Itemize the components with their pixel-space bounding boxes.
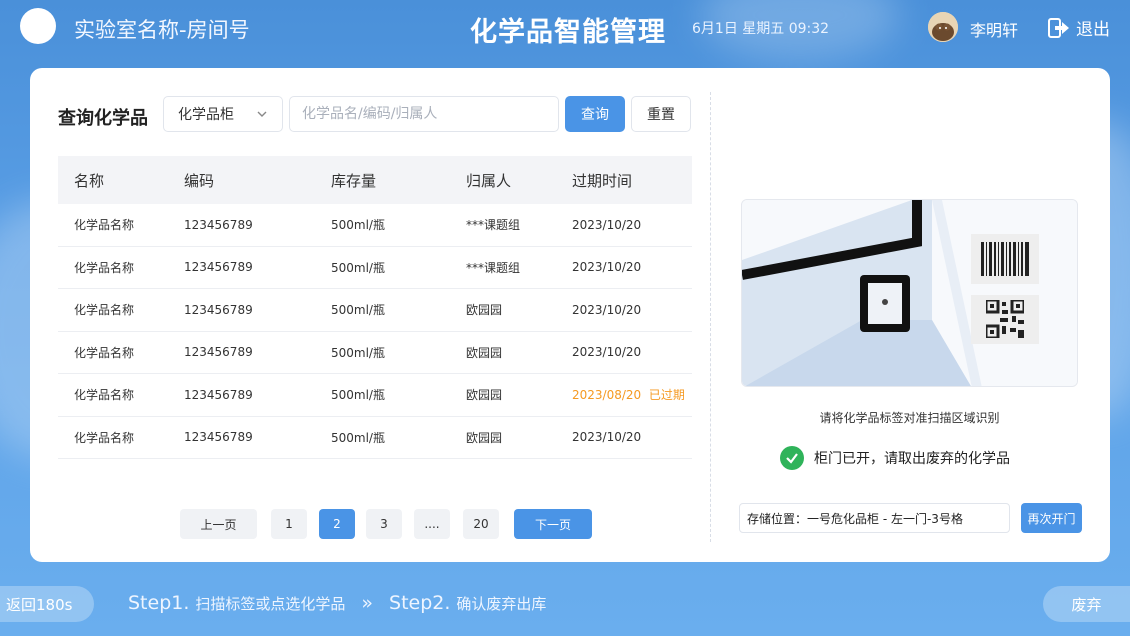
qr-code-icon [986, 300, 1024, 338]
next-page-button[interactable]: 下一页 [514, 509, 592, 539]
cabinet-select[interactable]: 化学品柜 [163, 96, 283, 132]
header-stock: 库存量 [331, 171, 377, 190]
cell-stock: 500ml/瓶 [331, 388, 385, 403]
table-row[interactable]: 化学品名称 123456789 500ml/瓶 欧园园 2023/08/20 已… [58, 374, 692, 417]
storage-location: 存储位置： 一号危化品柜 - 左一门-3号格 [739, 503, 1010, 533]
header-owner: 归属人 [466, 171, 512, 190]
cell-name: 化学品名称 [74, 303, 135, 318]
header-expire: 过期时间 [572, 171, 633, 190]
reset-button[interactable]: 重置 [631, 96, 691, 132]
user-name: 李明轩 [970, 21, 1019, 40]
logout-icon [1048, 17, 1069, 38]
cell-stock: 500ml/瓶 [331, 303, 385, 318]
cell-code: 123456789 [184, 260, 253, 275]
step2-text: 确认废弃出库 [456, 594, 547, 613]
cell-owner: 欧园园 [466, 430, 503, 445]
cell-stock: 500ml/瓶 [331, 260, 385, 275]
cell-expire: 2023/10/20 [572, 260, 642, 275]
cell-code: 123456789 [184, 387, 253, 402]
barcode-icon [981, 242, 1029, 276]
query-title: 查询化学品 [58, 108, 148, 129]
step-indicator: Step1. 扫描标签或点选化学品 » Step2. 确认废弃出库 [128, 592, 546, 614]
table-row[interactable]: 化学品名称 123456789 500ml/瓶 ***课题组 2023/10/2… [58, 204, 692, 247]
storage-value: 一号危化品柜 - 左一门-3号格 [807, 511, 963, 526]
chevron-down-icon [257, 111, 267, 117]
cell-name: 化学品名称 [74, 218, 135, 233]
avatar-icon [928, 12, 958, 42]
cell-name: 化学品名称 [74, 345, 135, 360]
reopen-door-button[interactable]: 再次开门 [1021, 503, 1082, 533]
step1-prefix: Step1. [128, 592, 190, 614]
table-row[interactable]: 化学品名称 123456789 500ml/瓶 ***课题组 2023/10/2… [58, 247, 692, 289]
cell-name: 化学品名称 [74, 430, 135, 445]
logo [20, 8, 56, 44]
page-button-20[interactable]: 20 [463, 509, 499, 539]
search-input[interactable] [289, 96, 559, 132]
back-button[interactable]: 返回180s [0, 586, 94, 622]
cell-stock: 500ml/瓶 [331, 430, 385, 445]
cell-expire: 2023/08/20 已过期 [572, 386, 692, 403]
cell-code: 123456789 [184, 430, 253, 445]
cell-stock: 500ml/瓶 [331, 218, 385, 233]
cell-code: 123456789 [184, 302, 253, 317]
scan-illustration [741, 199, 1078, 387]
scan-hint: 请将化学品标签对准扫描区域识别 [819, 411, 1000, 425]
cell-owner: 欧园园 [466, 388, 503, 403]
step1-text: 扫描标签或点选化学品 [195, 594, 346, 613]
header: 实验室名称-房间号 化学品智能管理 6月1日 星期五 09:32 李明轩 退出 [0, 0, 1130, 60]
door-status-text: 柜门已开，请取出废弃的化学品 [814, 451, 1010, 467]
cabinet-select-value: 化学品柜 [178, 107, 234, 123]
header-code: 编码 [184, 171, 215, 190]
page-button-2[interactable]: 2 [319, 509, 355, 539]
storage-label: 存储位置： [747, 511, 808, 526]
panel-divider [710, 92, 711, 542]
logout-label: 退出 [1076, 20, 1110, 40]
table-header: 名称 编码 库存量 归属人 过期时间 [58, 156, 692, 204]
scanner-illustration-icon [742, 200, 1077, 386]
expire-date: 2023/08/20 [572, 388, 642, 403]
logout-button[interactable]: 退出 [1048, 15, 1110, 40]
page-button-3[interactable]: 3 [366, 509, 402, 539]
cell-code: 123456789 [184, 345, 253, 360]
cell-expire: 2023/10/20 [572, 302, 642, 317]
cell-code: 123456789 [184, 217, 253, 232]
cell-owner: ***课题组 [466, 218, 521, 233]
cell-owner: 欧园园 [466, 303, 503, 318]
chemical-table: 名称 编码 库存量 归属人 过期时间 化学品名称 123456789 500ml… [58, 156, 692, 459]
cell-owner: 欧园园 [466, 345, 503, 360]
page-ellipsis: .... [414, 509, 450, 539]
datetime: 6月1日 星期五 09:32 [692, 21, 830, 37]
cell-stock: 500ml/瓶 [331, 345, 385, 360]
step-separator: » [361, 592, 374, 614]
table-row[interactable]: 化学品名称 123456789 500ml/瓶 欧园园 2023/10/20 [58, 289, 692, 332]
expired-badge: 已过期 [648, 388, 685, 403]
discard-button[interactable]: 废弃 [1043, 586, 1130, 622]
lab-name: 实验室名称-房间号 [74, 18, 250, 42]
cell-name: 化学品名称 [74, 260, 135, 275]
header-name: 名称 [74, 171, 105, 190]
query-button[interactable]: 查询 [565, 96, 625, 132]
app-title: 化学品智能管理 [470, 17, 666, 48]
cell-name: 化学品名称 [74, 388, 135, 403]
cell-owner: ***课题组 [466, 260, 521, 275]
table-row[interactable]: 化学品名称 123456789 500ml/瓶 欧园园 2023/10/20 [58, 417, 692, 459]
door-status: 柜门已开，请取出废弃的化学品 [780, 446, 1010, 470]
table-row[interactable]: 化学品名称 123456789 500ml/瓶 欧园园 2023/10/20 [58, 332, 692, 374]
cell-expire: 2023/10/20 [572, 217, 642, 232]
check-circle-icon [780, 446, 804, 470]
main-card: 查询化学品 化学品柜 查询 重置 名称 编码 库存量 归属人 过期时间 化学品名… [30, 68, 1110, 562]
page-button-1[interactable]: 1 [271, 509, 307, 539]
avatar[interactable] [928, 12, 958, 42]
prev-page-button[interactable]: 上一页 [180, 509, 257, 539]
cell-expire: 2023/10/20 [572, 345, 642, 360]
step2-prefix: Step2. [389, 592, 451, 614]
cell-expire: 2023/10/20 [572, 430, 642, 445]
